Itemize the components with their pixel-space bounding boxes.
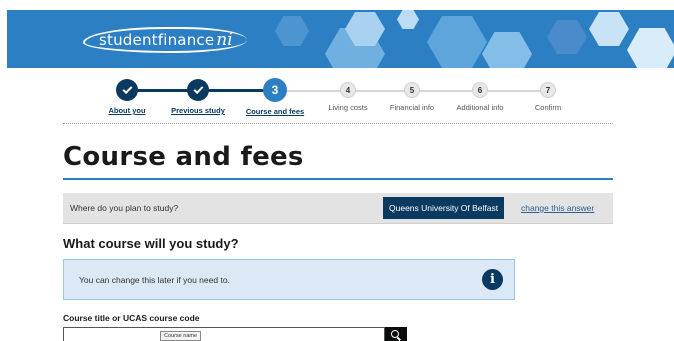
step-number: 5 [404,82,420,98]
step-label[interactable]: About you [87,106,167,115]
step-previous-study[interactable]: Previous study [158,78,238,115]
step-done-check-icon [116,79,138,101]
progress-stepper: About you Previous study 3 Course and fe… [98,78,578,118]
previous-answer-row: Where do you plan to study? Queens Unive… [63,193,613,224]
hex-decoration [427,16,487,68]
page-title: Course and fees [63,142,304,172]
step-number: 3 [263,78,287,102]
step-number: 6 [472,82,488,98]
hex-decoration [482,32,532,68]
step-about-you[interactable]: About you [87,78,167,115]
hex-decoration [275,16,309,46]
logo-suffix: ni [216,30,233,50]
step-course-and-fees[interactable]: 3 Course and fees [235,78,315,116]
step-number: 4 [340,82,356,98]
search-icon [391,330,399,338]
course-name-tooltip: Course name [160,331,202,341]
hex-decoration [397,10,419,29]
step-confirm: 7 Confirm [508,78,588,112]
section-heading: What course will you study? [63,236,239,251]
step-label[interactable]: Previous study [158,106,238,115]
hex-decoration [547,20,587,54]
course-field-label: Course title or UCAS course code [63,313,200,323]
search-button[interactable] [385,327,407,341]
hex-decoration [589,12,629,46]
page: studentfinance ni About you Previous stu… [0,0,674,341]
info-icon: i [482,269,503,290]
change-answer-link[interactable]: change this answer [521,203,594,213]
answer-value-badge: Queens University Of Belfast [383,197,505,219]
step-number: 7 [540,82,556,98]
title-underline [63,178,613,180]
info-text: You can change this later if you need to… [79,275,230,285]
logo-text: studentfinance [99,31,215,49]
site-logo[interactable]: studentfinance ni [83,27,247,53]
course-search-input[interactable] [63,327,385,341]
hex-decoration [627,28,674,68]
divider [63,123,613,124]
answer-question: Where do you plan to study? [70,203,179,213]
header-banner: studentfinance ni [7,10,674,68]
info-panel: You can change this later if you need to… [63,259,515,300]
step-label[interactable]: Course and fees [235,107,315,116]
step-done-check-icon [187,79,209,101]
step-label: Confirm [534,103,562,112]
